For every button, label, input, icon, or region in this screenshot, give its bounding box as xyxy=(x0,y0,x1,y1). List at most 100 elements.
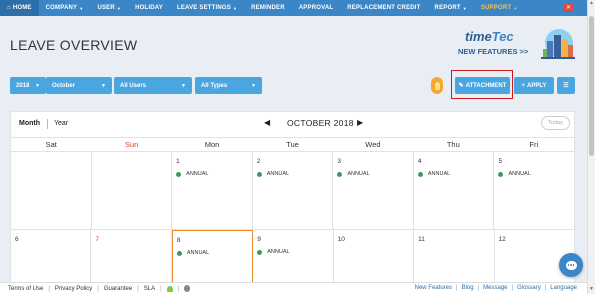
apple-icon[interactable] xyxy=(184,285,191,292)
event-label: ANNUAL xyxy=(267,249,290,255)
nav-holiday[interactable]: HOLIDAY xyxy=(128,0,170,16)
month-select[interactable]: October ▼ xyxy=(46,77,112,94)
chat-button[interactable] xyxy=(559,253,583,277)
footer-link-guarantee[interactable]: Guarantee xyxy=(104,286,132,292)
calendar-toolbar: Month Year ◀ OCTOBER 2018 ▶ Today xyxy=(11,112,574,137)
nav-label: USER xyxy=(97,5,115,11)
day-number: 8 xyxy=(176,237,181,244)
today-button[interactable]: Today xyxy=(541,116,570,130)
day-of-week-header: Fri xyxy=(529,140,539,149)
day-number: 9 xyxy=(257,236,261,243)
calendar-day-cell[interactable] xyxy=(92,152,173,229)
nav-replacement-credit[interactable]: REPLACEMENT CREDIT xyxy=(340,0,427,16)
calendar-day-cell[interactable]: 1 ANNUAL xyxy=(172,152,253,229)
leave-event[interactable]: ANNUAL xyxy=(176,250,210,256)
footer-link-new-features[interactable]: New Features xyxy=(415,285,452,291)
calendar-day-cell[interactable] xyxy=(11,152,92,229)
calendar-day-cell[interactable]: 5 ANNUAL xyxy=(494,152,574,229)
nav-home[interactable]: ⌂ HOME xyxy=(0,0,39,16)
logo-time: time xyxy=(465,29,492,44)
scroll-up-icon[interactable]: ▲ xyxy=(588,0,595,7)
divider: | xyxy=(160,285,162,292)
android-icon[interactable] xyxy=(166,285,173,292)
calendar-day-cell[interactable]: 2 ANNUAL xyxy=(253,152,334,229)
day-number: 2 xyxy=(256,158,261,165)
nav-company[interactable]: COMPANY ▼ xyxy=(39,0,91,16)
nav-label: SUPPORT xyxy=(480,5,512,11)
tab-month[interactable]: Month xyxy=(19,120,40,127)
caret-down-icon: ▼ xyxy=(79,5,84,11)
tab-year[interactable]: Year xyxy=(54,120,68,127)
day-number: 12 xyxy=(498,236,506,243)
day-number: 6 xyxy=(15,236,19,243)
caret-down-icon: ▼ xyxy=(101,82,106,89)
apply-label: APPLY xyxy=(527,82,547,89)
next-month-icon[interactable]: ▶ xyxy=(357,118,363,127)
attachment-label: ATTACHMENT xyxy=(465,82,507,89)
leave-event[interactable]: ANNUAL xyxy=(256,171,289,177)
footer-link-glossary[interactable]: Glossary xyxy=(517,285,541,291)
divider: | xyxy=(456,285,458,291)
footer-right-links: New Features | Blog | Message | Glossary | L… xyxy=(411,285,577,291)
footer-link-blog[interactable]: Blog xyxy=(462,285,474,291)
event-label: ANNUAL xyxy=(186,171,209,177)
day-number: 5 xyxy=(498,158,503,165)
lightbulb-icon[interactable] xyxy=(431,77,443,94)
leave-event[interactable]: ANNUAL xyxy=(417,171,451,177)
list-view-button[interactable]: ☰ xyxy=(557,77,575,94)
page-scrollbar[interactable]: ▲ ▼ xyxy=(587,0,595,294)
nav-label: APPROVAL xyxy=(298,5,334,11)
calendar-day-cell[interactable]: 4 ANNUAL xyxy=(414,152,495,229)
nav-label: REPLACEMENT CREDIT xyxy=(347,5,421,11)
leave-event[interactable]: ANNUAL xyxy=(498,171,531,177)
users-value: All Users xyxy=(120,82,147,89)
nav-label: HOME xyxy=(12,5,32,11)
footer-link-terms[interactable]: Terms of Use xyxy=(8,286,43,292)
types-select[interactable]: All Types ▼ xyxy=(195,77,262,94)
footer-link-sla[interactable]: SLA xyxy=(144,286,155,292)
status-dot-icon xyxy=(417,171,423,177)
divider: | xyxy=(97,285,99,292)
nav-reminder[interactable]: REMINDER xyxy=(244,0,292,16)
nav-label: LEAVE SETTINGS xyxy=(176,5,231,11)
plus-icon: + xyxy=(521,82,526,89)
status-dot-icon xyxy=(498,171,504,177)
prev-month-icon[interactable]: ◀ xyxy=(264,118,270,127)
leave-event[interactable]: ANNUAL xyxy=(176,171,208,177)
day-of-week-header: Sun xyxy=(124,140,139,149)
nav-support[interactable]: SUPPORT ▼ xyxy=(474,0,525,16)
day-of-week-header: Wed xyxy=(365,140,381,149)
apply-button[interactable]: + APPLY xyxy=(514,77,554,94)
attachment-button[interactable]: ✎ ATTACHMENT xyxy=(455,77,510,94)
nav-leave-settings[interactable]: LEAVE SETTINGS ▼ xyxy=(170,0,244,16)
leave-event[interactable]: ANNUAL xyxy=(257,249,290,255)
scroll-thumb[interactable] xyxy=(589,16,594,156)
nav-user[interactable]: USER ▼ xyxy=(90,0,128,16)
calendar-week: 1 ANNUAL 2 ANNUAL 3 ANNUAL 4 ANNUAL 5 AN… xyxy=(11,152,574,230)
nav-report[interactable]: REPORT ▼ xyxy=(428,0,474,16)
top-navigation: ⌂ HOME COMPANY ▼ USER ▼ HOLIDAY LEAVE SETTI… xyxy=(0,0,587,16)
scroll-down-icon[interactable]: ▼ xyxy=(588,286,595,293)
footer-link-privacy[interactable]: Privacy Policy xyxy=(55,286,92,292)
close-icon[interactable]: ✕ xyxy=(564,4,573,12)
leave-calendar: Month Year ◀ OCTOBER 2018 ▶ Today Sat Su… xyxy=(10,111,575,294)
caret-down-icon: ▼ xyxy=(513,5,518,11)
day-number: 11 xyxy=(418,236,425,243)
nav-approval[interactable]: APPROVAL xyxy=(292,0,341,16)
event-label: ANNUAL xyxy=(186,250,210,256)
year-select[interactable]: 2018 ▼ xyxy=(10,77,46,94)
bulb-glow xyxy=(434,81,440,90)
event-label: ANNUAL xyxy=(427,171,451,177)
day-of-week-header: Mon xyxy=(204,140,220,149)
caret-down-icon: ▼ xyxy=(462,5,467,11)
leave-event[interactable]: ANNUAL xyxy=(337,171,370,177)
nav-label: COMPANY xyxy=(45,5,78,11)
footer-link-language[interactable]: Language xyxy=(550,285,577,291)
footer-link-message[interactable]: Message xyxy=(483,285,507,291)
timetec-logo: timeTec xyxy=(465,29,514,44)
caret-down-icon: ▼ xyxy=(116,5,122,11)
users-select[interactable]: All Users ▼ xyxy=(114,77,192,94)
divider: | xyxy=(511,285,514,291)
calendar-day-cell[interactable]: 3 ANNUAL xyxy=(333,152,414,229)
new-features-banner[interactable]: timeTec NEW FEATURES >> xyxy=(455,27,577,65)
